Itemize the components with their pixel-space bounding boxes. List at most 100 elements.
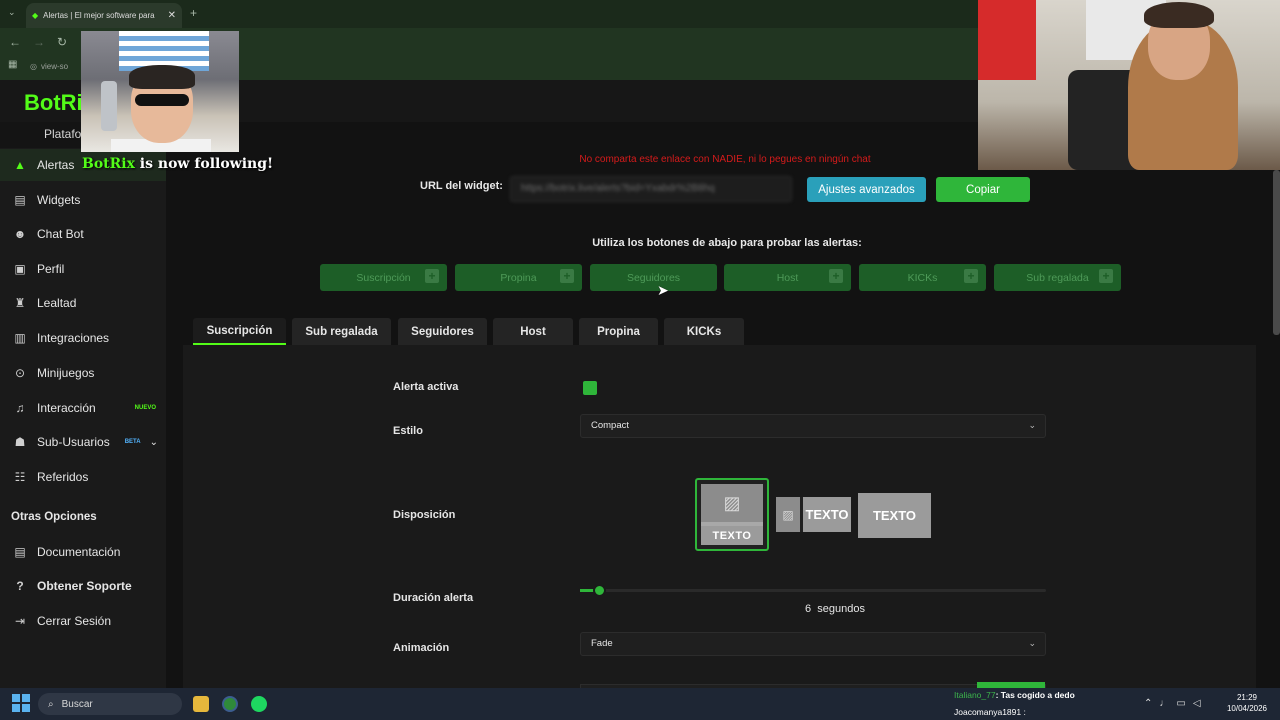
back-icon[interactable]: ← xyxy=(9,35,21,49)
test-propina-button[interactable]: Propina + xyxy=(455,264,582,291)
duration-unit: segundos xyxy=(817,603,865,615)
sidebar-item-documentacion[interactable]: ▤ Documentación xyxy=(0,536,166,568)
beta-badge: BETA xyxy=(124,439,141,445)
logout-icon: ⇥ xyxy=(14,614,26,628)
animation-value: Fade xyxy=(591,638,613,649)
volume-icon[interactable]: ◁ xyxy=(1193,698,1208,709)
image-placeholder-icon: ▨ xyxy=(701,484,763,522)
mouse-cursor-icon: ➤ xyxy=(657,282,669,298)
address-url[interactable]: ◎ view-so xyxy=(30,58,80,74)
test-button-label: Propina xyxy=(500,271,537,284)
style-select[interactable]: Compact ⌄ xyxy=(580,414,1046,438)
robot-icon: ☻ xyxy=(13,227,27,241)
sidebar-item-label: Alertas xyxy=(37,158,75,172)
sidebar-item-minijuegos[interactable]: ⊙ Minijuegos xyxy=(0,357,166,389)
style-value: Compact xyxy=(591,420,630,431)
plus-icon: + xyxy=(964,269,978,283)
security-warning: No comparta este enlace con NADIE, ni lo… xyxy=(579,154,871,165)
sidebar-item-widgets[interactable]: ▤ Widgets xyxy=(0,184,166,216)
layout-option-overlay[interactable]: TEXTO xyxy=(858,493,931,538)
follow-suffix: is now following! xyxy=(134,156,274,172)
taskbar-search[interactable]: ⌕ Buscar xyxy=(38,693,182,715)
browser-tab[interactable]: ◆ Alertas | El mejor software para ✕ xyxy=(26,3,182,28)
chevron-up-icon[interactable]: ⌃ xyxy=(1144,698,1159,709)
duration-slider-handle[interactable] xyxy=(593,584,606,597)
jersey xyxy=(978,0,1036,80)
tab-sub-regalada[interactable]: Sub regalada xyxy=(292,318,391,345)
windows-start-icon[interactable] xyxy=(12,694,30,712)
music-icon: ♫ xyxy=(15,401,25,415)
reload-icon[interactable]: ↻ xyxy=(57,35,67,49)
image-placeholder-icon: ▨ xyxy=(776,497,800,532)
layout-text: TEXTO xyxy=(701,526,763,545)
active-checkbox[interactable] xyxy=(583,381,597,395)
test-kicks-button[interactable]: KICKs + xyxy=(859,264,986,291)
taskbar xyxy=(0,688,1280,720)
page-scrollbar[interactable] xyxy=(1273,170,1280,335)
integrations-icon: ▥ xyxy=(14,331,26,345)
sidebar-item-cerrar-sesion[interactable]: ⇥ Cerrar Sesión xyxy=(0,605,166,637)
platform-selector[interactable]: Platafor xyxy=(44,127,85,141)
network-icon[interactable]: ▭ xyxy=(1176,698,1192,709)
sidebar-item-perfil[interactable]: ▣ Perfil xyxy=(0,253,166,285)
webcam-right xyxy=(978,0,1280,170)
tab-propina[interactable]: Propina xyxy=(579,318,658,345)
tab-list-icon[interactable]: ⌄ xyxy=(8,7,16,18)
help-icon: ? xyxy=(16,579,24,593)
widget-url-field[interactable]: https://botrix.live/alerts?bid=Yxabdr%2B… xyxy=(510,176,792,202)
new-badge: NUEVO xyxy=(134,405,156,411)
gamepad-icon: ⊙ xyxy=(14,366,26,380)
layout-stacked-preview: ▨ TEXTO xyxy=(701,484,763,545)
tab-seguidores[interactable]: Seguidores xyxy=(398,318,487,345)
plus-icon: + xyxy=(425,269,439,283)
duration-label: Duración alerta xyxy=(393,592,474,604)
chrome-icon[interactable] xyxy=(222,696,238,712)
layout-option-side[interactable]: ▨ TEXTO xyxy=(776,497,851,532)
new-tab-icon[interactable]: + xyxy=(190,6,197,20)
document-icon: ▤ xyxy=(14,545,26,559)
test-sub-regalada-button[interactable]: Sub regalada + xyxy=(994,264,1121,291)
test-seguidores-button[interactable]: Seguidores xyxy=(590,264,717,291)
tab-host[interactable]: Host xyxy=(493,318,573,345)
advanced-settings-button[interactable]: Ajustes avanzados xyxy=(807,177,926,202)
microphone-icon[interactable]: ♩ xyxy=(1159,698,1176,709)
sidebar-item-lealtad[interactable]: ♜ Lealtad xyxy=(0,287,166,319)
close-tab-icon[interactable]: ✕ xyxy=(168,10,176,21)
test-host-button[interactable]: Host + xyxy=(724,264,851,291)
chevron-down-icon: ⌄ xyxy=(1028,420,1036,430)
duration-slider[interactable] xyxy=(580,589,1046,592)
system-tray[interactable]: ⌃♩▭◁ xyxy=(1144,698,1208,709)
clock[interactable]: 21:29 10/04/2026 xyxy=(1222,692,1272,714)
tab-suscripcion[interactable]: Suscripción xyxy=(193,318,286,345)
test-suscripcion-button[interactable]: Suscripción + xyxy=(320,264,447,291)
file-explorer-icon[interactable] xyxy=(193,696,209,712)
browser-tabbar: ⌄ ◆ Alertas | El mejor software para ✕ + xyxy=(0,0,980,28)
chevron-down-icon[interactable]: ⌄ xyxy=(150,437,158,448)
sidebar-item-interaccion[interactable]: ♫ Interacción NUEVO xyxy=(0,392,166,424)
sidebar-item-chat-bot[interactable]: ☻ Chat Bot xyxy=(0,218,166,250)
sidebar-item-label: Minijuegos xyxy=(37,366,95,380)
chat-text: : Tas cogido a dedo xyxy=(995,690,1075,700)
warning-icon: ▲ xyxy=(14,158,26,172)
animation-select[interactable]: Fade ⌄ xyxy=(580,632,1046,656)
layout-text: TEXTO xyxy=(872,508,917,523)
clock-date: 10/04/2026 xyxy=(1226,704,1268,713)
botrix-logo[interactable]: BotRi xyxy=(24,90,83,116)
sidebar-item-sub-usuarios[interactable]: ☗ Sub-Usuarios BETA ⌄ xyxy=(0,426,166,458)
widgets-icon: ▤ xyxy=(14,193,26,207)
chat-text: : xyxy=(1023,707,1026,717)
sidebar-item-label: Referidos xyxy=(37,470,89,484)
forward-icon[interactable]: → xyxy=(33,35,45,49)
sidebar-item-referidos[interactable]: ☷ Referidos xyxy=(0,461,166,493)
test-button-label: KICKs xyxy=(907,271,938,284)
section-title-otras-opciones: Otras Opciones xyxy=(11,511,97,523)
widget-url-label: URL del widget: xyxy=(420,180,503,192)
search-icon: ⌕ xyxy=(48,698,54,710)
apps-icon[interactable]: ▦ xyxy=(8,59,17,70)
sidebar-item-integraciones[interactable]: ▥ Integraciones xyxy=(0,322,166,354)
sidebar-item-soporte[interactable]: ? Obtener Soporte xyxy=(0,570,166,602)
spotify-icon[interactable] xyxy=(251,696,267,712)
test-button-label: Seguidores xyxy=(626,271,681,284)
copy-button[interactable]: Copiar xyxy=(936,177,1030,202)
tab-kicks[interactable]: KICKs xyxy=(664,318,744,345)
